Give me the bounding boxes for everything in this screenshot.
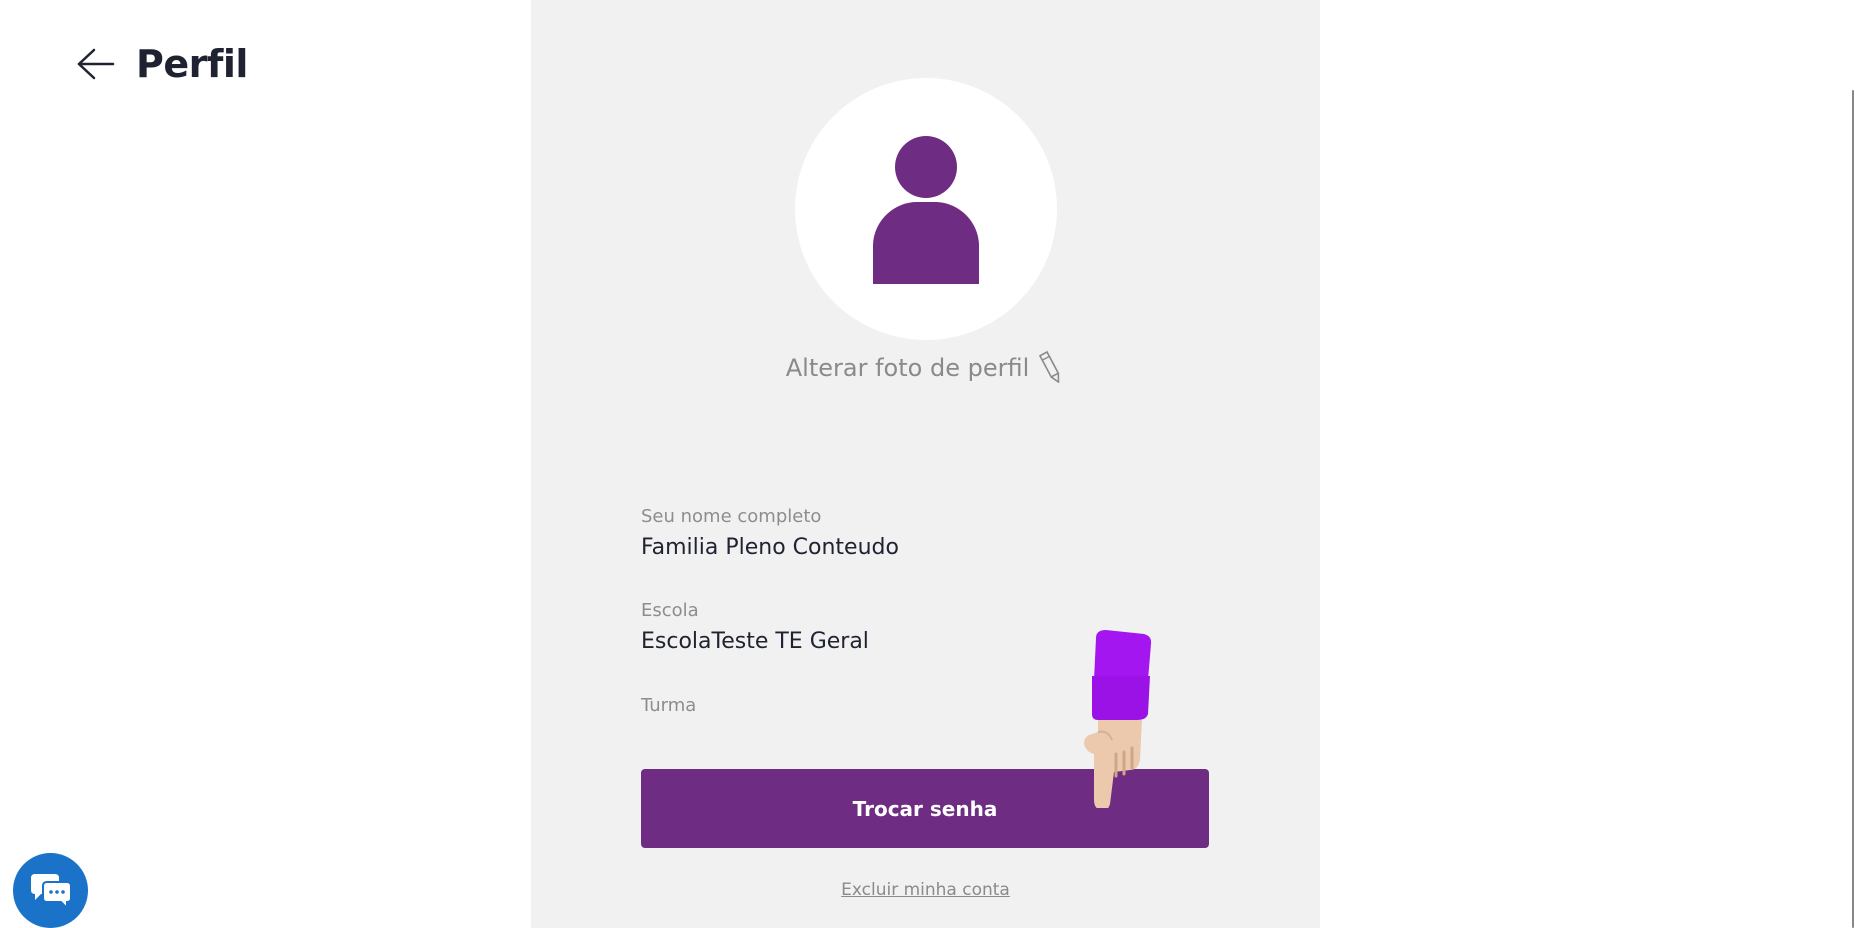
full-name-value: Familia Pleno Conteudo [641, 535, 899, 560]
arrow-left-icon[interactable] [76, 44, 116, 84]
page-scrollbar[interactable] [1851, 0, 1855, 928]
profile-panel: Alterar foto de perfil Seu nome completo… [531, 0, 1320, 928]
school-label: Escola [641, 600, 699, 621]
class-label: Turma [641, 695, 697, 716]
chat-button[interactable] [13, 853, 88, 928]
change-password-button[interactable]: Trocar senha [641, 769, 1209, 848]
change-photo-label: Alterar foto de perfil [785, 354, 1030, 382]
page-header: Perfil [76, 34, 248, 94]
change-photo-button[interactable]: Alterar foto de perfil [531, 350, 1320, 386]
class-field: Turma [641, 694, 1211, 722]
full-name-label: Seu nome completo [641, 506, 822, 527]
full-name-field: Seu nome completo Familia Pleno Conteudo [641, 505, 1211, 563]
chat-bubbles-icon [30, 873, 72, 910]
page-title: Perfil [136, 42, 248, 86]
avatar[interactable] [795, 78, 1057, 340]
user-silhouette-icon [873, 136, 979, 284]
pencil-icon [1039, 350, 1065, 386]
scrollbar-thumb[interactable] [1852, 90, 1854, 928]
school-value: EscolaTeste TE Geral [641, 629, 869, 654]
school-field: Escola EscolaTeste TE Geral [641, 599, 1211, 657]
delete-account-link[interactable]: Excluir minha conta [531, 880, 1320, 900]
profile-page: Perfil Alterar foto de perfil Seu nome c… [0, 0, 1855, 928]
